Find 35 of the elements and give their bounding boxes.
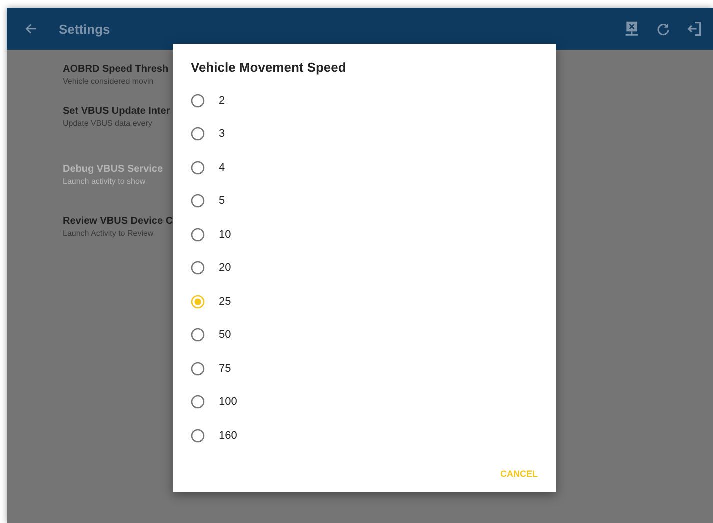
option-label: 50 xyxy=(219,329,232,342)
radio-button[interactable] xyxy=(191,160,205,175)
radio-button[interactable] xyxy=(191,94,205,108)
network-disconnected-icon[interactable] xyxy=(624,21,640,37)
option-label: 2 xyxy=(219,94,226,107)
refresh-icon[interactable] xyxy=(656,22,671,36)
option-label: 10 xyxy=(219,228,232,241)
radio-button[interactable] xyxy=(191,328,205,342)
radio-button[interactable] xyxy=(191,194,205,208)
option-label: 160 xyxy=(219,430,238,442)
setting-title[interactable]: Set VBUS Update Inter xyxy=(63,106,170,117)
setting-summary: Launch Activity to Review xyxy=(63,229,154,238)
setting-title[interactable]: Review VBUS Device C xyxy=(63,216,174,227)
option-label: 4 xyxy=(219,162,226,174)
radio-button[interactable] xyxy=(191,261,205,276)
setting-summary: Launch activity to show xyxy=(63,177,146,186)
screen-title: Settings xyxy=(59,22,110,36)
option-label: 3 xyxy=(219,128,226,140)
radio-button[interactable] xyxy=(191,428,205,443)
radio-button[interactable] xyxy=(191,362,205,376)
option-label: 75 xyxy=(219,362,232,375)
option-label: 20 xyxy=(219,262,232,274)
option-label: 100 xyxy=(219,396,238,408)
logout-icon[interactable] xyxy=(687,21,703,37)
dialog-title: Vehicle Movement Speed xyxy=(191,60,348,75)
radio-button[interactable] xyxy=(191,127,205,142)
setting-summary: Vehicle considered movin xyxy=(63,77,154,86)
setting-title[interactable]: AOBRD Speed Thresh xyxy=(63,64,169,75)
option-label: 5 xyxy=(219,195,226,208)
option-label: 25 xyxy=(219,296,232,308)
back-arrow-icon[interactable] xyxy=(25,23,37,35)
radio-button[interactable] xyxy=(191,294,205,309)
setting-summary: Update VBUS data every xyxy=(63,119,152,128)
radio-button[interactable] xyxy=(191,395,205,410)
radio-button[interactable] xyxy=(191,228,205,242)
